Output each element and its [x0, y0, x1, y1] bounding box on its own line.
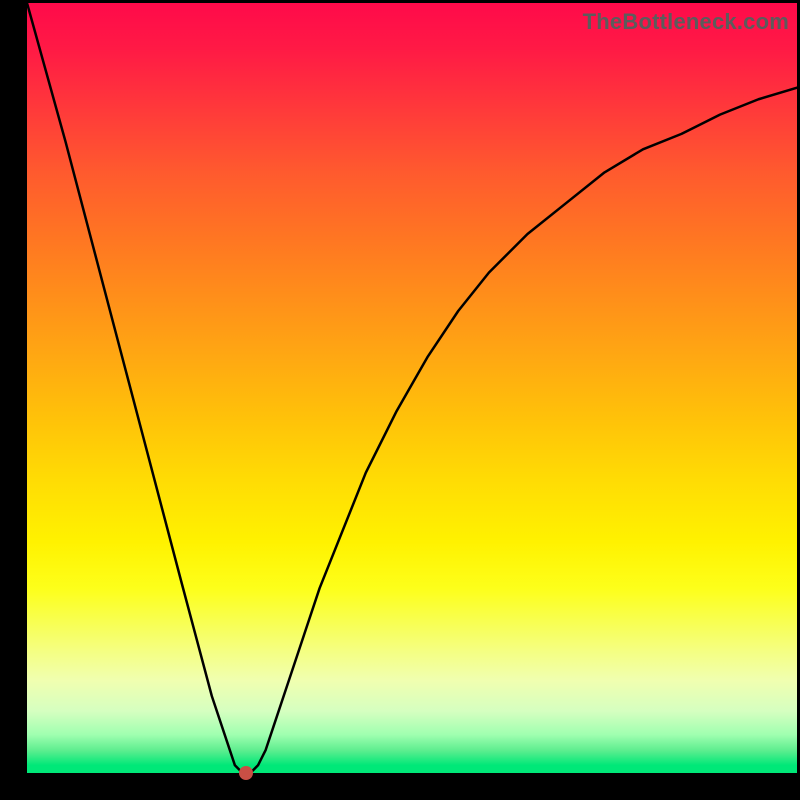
chart-container: TheBottleneck.com [0, 0, 800, 800]
plot-area: TheBottleneck.com [27, 3, 797, 773]
optimal-point-marker [239, 766, 253, 780]
bottleneck-curve [27, 3, 797, 773]
